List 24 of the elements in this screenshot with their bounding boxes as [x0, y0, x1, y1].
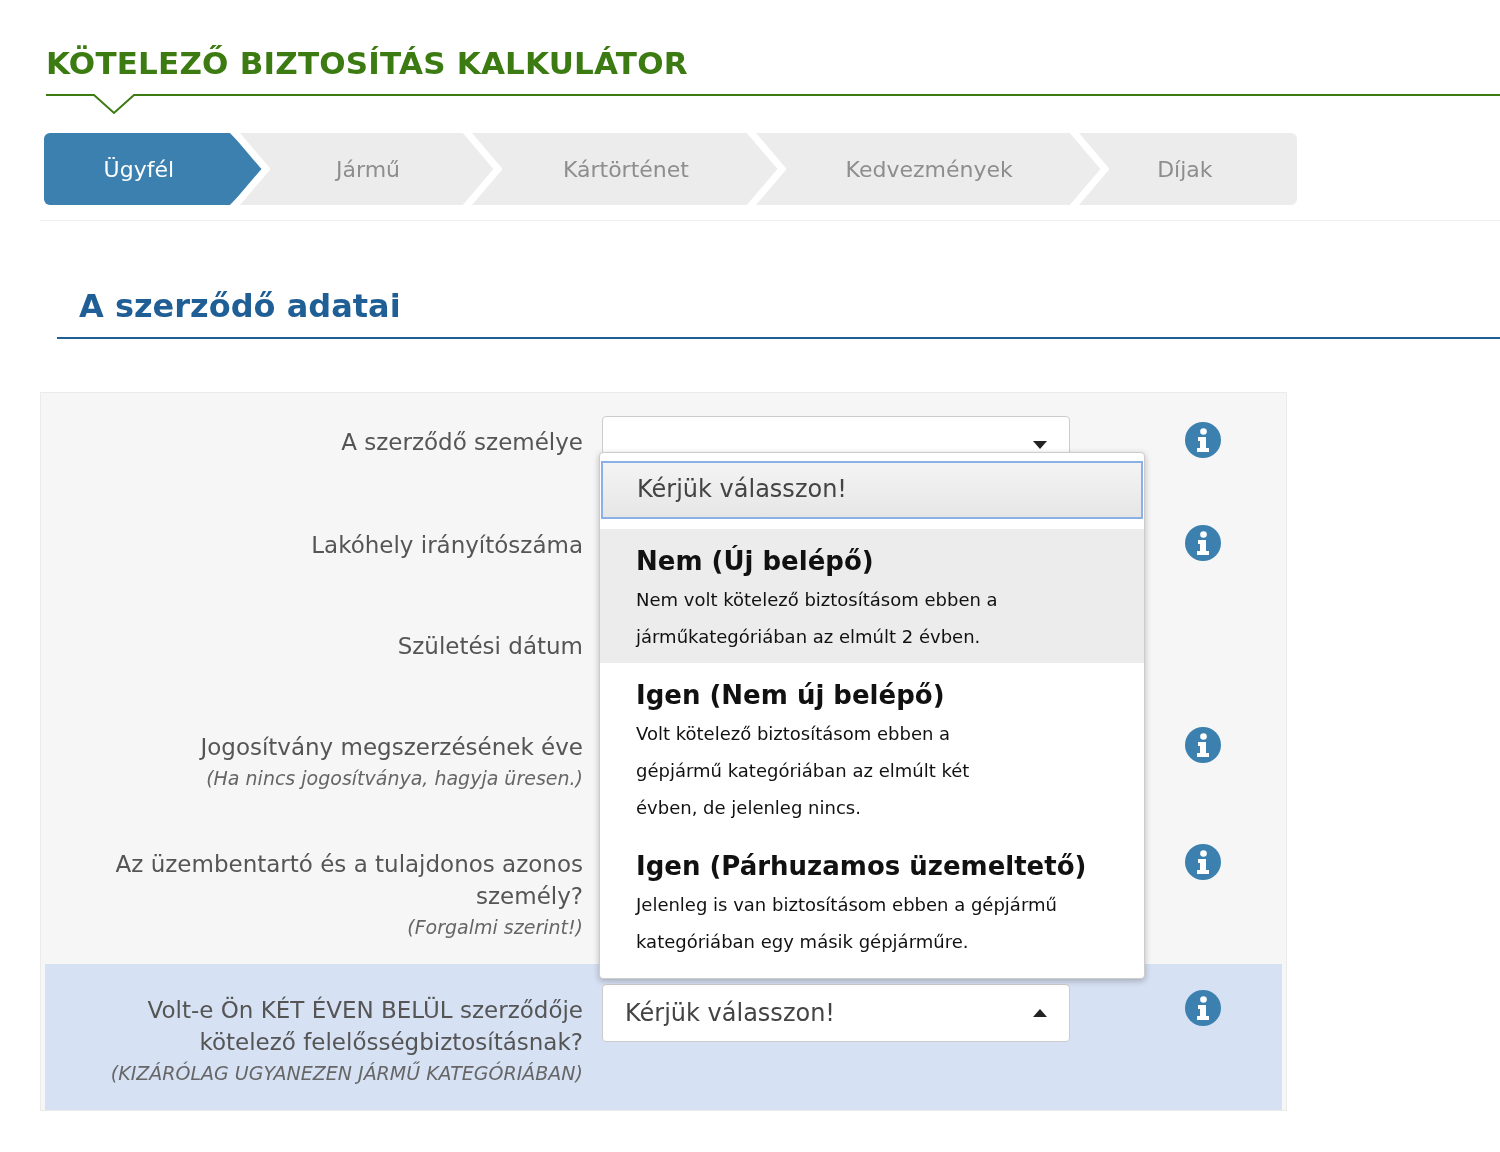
dropdown-option[interactable]: Igen (Párhuzamos üzemeltető) Jelenleg is van biztosításom ebben a gépjármű kategóriában egy másik gépjárműre. [600, 834, 1144, 968]
option-description: Volt kötelező biztosításom ebben a gépjármű kategóriában az elmúlt két évben, de jelenleg nincs. [636, 722, 971, 820]
section-title: A szerződő adatai [79, 286, 401, 327]
field-label: Lakóhely irányítószáma [311, 531, 583, 560]
option-title: Kérjük válasszon! [637, 474, 847, 505]
option-title: Nem (Új belépő) [636, 544, 874, 578]
field-note: (Forgalmi szerint!) [407, 915, 583, 940]
field-label: Volt-e Ön KÉT ÉVEN BELÜL szerződője kötelező felelősségbiztosításnak? [146, 995, 583, 1057]
field-label: Születési dátum [397, 632, 583, 661]
field-label: Jogosítvány megszerzésének éve [200, 733, 583, 762]
option-title: Igen (Nem új belépő) [636, 679, 945, 712]
field-label: A szerződő személye [341, 428, 583, 457]
option-description: Nem volt kötelező biztosításom ebben a járműkategóriában az elmúlt 2 évben. [636, 588, 999, 649]
dropdown-option[interactable]: Nem (Új belépő) Nem volt kötelező biztosításom ebben a járműkategóriában az elmúlt 2 évben. [600, 529, 1144, 663]
dropdown-option[interactable]: Kérjük válasszon! [601, 461, 1143, 519]
option-description: Jelenleg is van biztosításom ebben a gépjármű kategóriában egy másik gépjárműre. [636, 893, 1058, 954]
page-title: KÖTELEZŐ BIZTOSÍTÁS KALKULÁTOR [46, 44, 688, 83]
dropdown-option[interactable]: Igen (Nem új belépő) Volt kötelező biztosításom ebben a gépjármű kategóriában az elmúlt két évben, de jelenleg nincs. [600, 663, 1144, 834]
select-field[interactable]: Kérjük válasszon! [602, 984, 1070, 1042]
option-title: Igen (Párhuzamos üzemeltető) [636, 850, 1087, 883]
field-label: Az üzembentartó és a tulajdonos azonos személy? [114, 850, 583, 911]
field-note: (Ha nincs jogosítványa, hagyja üresen.) [206, 766, 583, 791]
step-tab[interactable]: Ügyfél [44, 133, 270, 205]
field-note: (KIZÁRÓLAG UGYANEZEN JÁRMŰ KATEGÓRIÁBAN) [110, 1060, 583, 1086]
